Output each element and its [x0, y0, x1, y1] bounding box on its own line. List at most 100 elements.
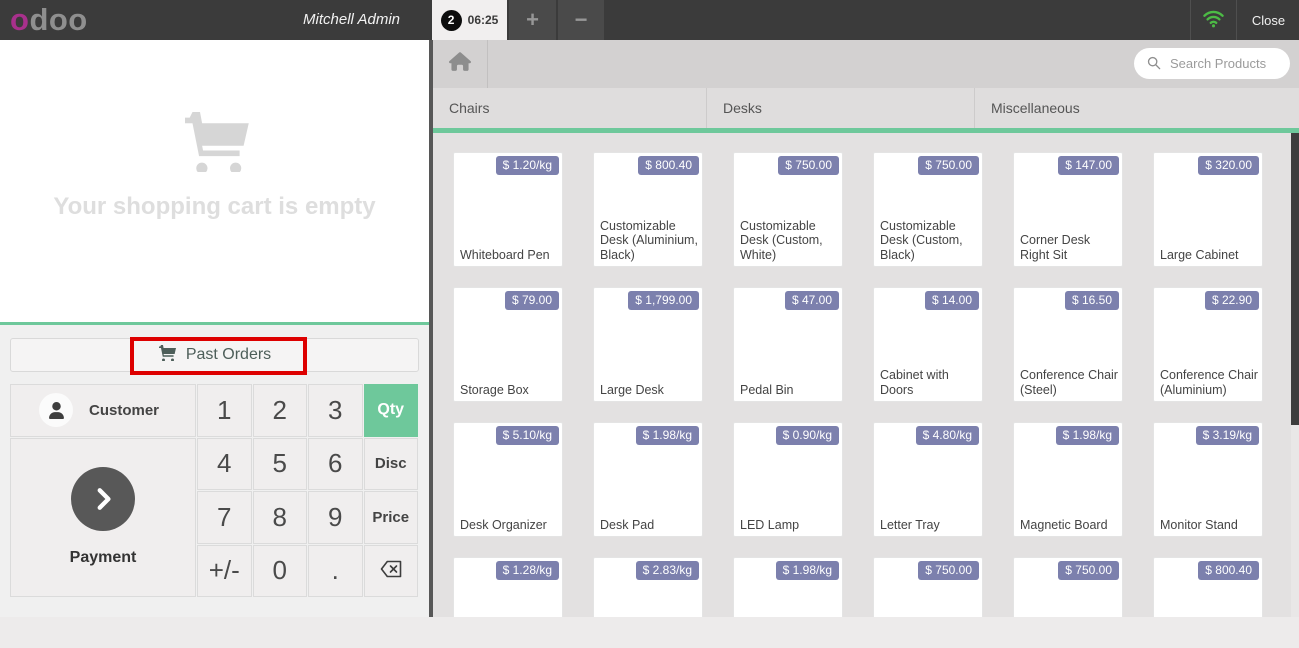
product-card[interactable]: $ 16.50 Conference Chair (Steel) [1013, 287, 1123, 402]
remove-order-button[interactable]: − [558, 0, 604, 40]
product-card[interactable]: $ 1.98/kg [733, 557, 843, 617]
product-name: Conference Chair (Steel) [1020, 368, 1119, 397]
numpad-key-7[interactable]: 7 [197, 491, 252, 544]
numpad-key-5[interactable]: 5 [253, 438, 308, 491]
product-card[interactable]: $ 750.00 Customizable Desk (Custom, White… [733, 152, 843, 267]
category-tabs: ChairsDesksMiscellaneous [433, 88, 1299, 128]
price-badge: $ 3.19/kg [1196, 426, 1259, 445]
price-badge: $ 1.20/kg [496, 156, 559, 175]
numpad-key-6[interactable]: 6 [308, 438, 363, 491]
product-name: Customizable Desk (Custom, Black) [880, 219, 979, 263]
product-name: Pedal Bin [740, 383, 839, 398]
numpad-key-backspace[interactable] [364, 545, 419, 598]
price-badge: $ 800.40 [1198, 561, 1259, 580]
numpad-key-3[interactable]: 3 [308, 384, 363, 437]
price-badge: $ 750.00 [918, 156, 979, 175]
numpad-key-0[interactable]: 0 [253, 545, 308, 598]
product-card[interactable]: $ 2.83/kg [593, 557, 703, 617]
bottom-strip [0, 617, 1299, 648]
product-card[interactable]: $ 22.90 Conference Chair (Aluminium) [1153, 287, 1263, 402]
numpad-mode-price[interactable]: Price [364, 491, 419, 544]
numpad-mode-qty[interactable]: Qty [364, 384, 419, 437]
price-badge: $ 1.98/kg [776, 561, 839, 580]
numpad-key-9[interactable]: 9 [308, 491, 363, 544]
price-badge: $ 750.00 [918, 561, 979, 580]
price-badge: $ 147.00 [1058, 156, 1119, 175]
category-tab-chairs[interactable]: Chairs [433, 88, 707, 128]
order-tab[interactable]: 2 06:25 [432, 0, 507, 40]
price-badge: $ 320.00 [1198, 156, 1259, 175]
price-badge: $ 800.40 [638, 156, 699, 175]
product-name: Customizable Desk (Custom, White) [740, 219, 839, 263]
product-card[interactable]: $ 1.28/kg [453, 557, 563, 617]
customer-label: Customer [89, 402, 159, 419]
customer-button[interactable]: Customer [10, 384, 196, 437]
price-badge: $ 1.98/kg [636, 426, 699, 445]
product-card[interactable]: $ 320.00 Large Cabinet [1153, 152, 1263, 267]
numpad-key-8[interactable]: 8 [253, 491, 308, 544]
product-name: Large Desk [600, 383, 699, 398]
product-card[interactable]: $ 14.00Cabinet with Doors [873, 287, 983, 402]
product-name: Monitor Stand [1160, 518, 1259, 533]
product-card[interactable]: $ 1,799.00Large Desk [593, 287, 703, 402]
price-badge: $ 14.00 [925, 291, 979, 310]
top-bar: odoo Mitchell Admin 2 06:25 + − Close [0, 0, 1299, 40]
product-scrollbar-thumb[interactable] [1291, 133, 1299, 425]
product-card[interactable]: $ 1.20/kg Whiteboard Pen [453, 152, 563, 267]
cart-icon [158, 345, 176, 366]
breadcrumb-bar [433, 40, 1299, 88]
product-card[interactable]: $ 147.00 Corner Desk Right Sit [1013, 152, 1123, 267]
new-order-button[interactable]: + [509, 0, 556, 40]
past-orders-label: Past Orders [186, 346, 271, 364]
category-tab-desks[interactable]: Desks [707, 88, 975, 128]
product-grid: $ 1.20/kg Whiteboard Pen $ 800.40 Customiza… [433, 133, 1291, 617]
numpad-mode-disc[interactable]: Disc [364, 438, 419, 491]
product-card[interactable]: $ 750.00 [1013, 557, 1123, 617]
numpad-key--[interactable]: +/- [197, 545, 252, 598]
product-scrollbar-track[interactable] [1291, 133, 1299, 617]
product-card[interactable]: $ 3.19/kg Monitor Stand [1153, 422, 1263, 537]
price-badge: $ 1.98/kg [1056, 426, 1119, 445]
product-card[interactable]: $ 0.90/kgLED Lamp [733, 422, 843, 537]
price-badge: $ 2.83/kg [636, 561, 699, 580]
order-summary-panel: Your shopping cart is empty [0, 40, 429, 322]
numpad-key--[interactable]: . [308, 545, 363, 598]
product-card[interactable]: $ 5.10/kgDesk Organizer [453, 422, 563, 537]
product-card[interactable]: $ 79.00Storage Box [453, 287, 563, 402]
product-card[interactable]: $ 1.98/kgMagnetic Board [1013, 422, 1123, 537]
numpad-key-1[interactable]: 1 [197, 384, 252, 437]
product-name: Large Cabinet [1160, 248, 1259, 263]
wifi-status-button[interactable] [1190, 0, 1237, 40]
product-name: Whiteboard Pen [460, 248, 559, 263]
product-card[interactable]: $ 750.00 [873, 557, 983, 617]
product-name: Desk Pad [600, 518, 699, 533]
user-name: Mitchell Admin [0, 0, 400, 40]
past-orders-button[interactable]: Past Orders [10, 338, 419, 372]
price-badge: $ 16.50 [1065, 291, 1119, 310]
price-badge: $ 1.28/kg [496, 561, 559, 580]
numpad-key-4[interactable]: 4 [197, 438, 252, 491]
wifi-icon [1202, 8, 1225, 33]
numpad-key-2[interactable]: 2 [253, 384, 308, 437]
product-card[interactable]: $ 750.00 Customizable Desk (Custom, Black… [873, 152, 983, 267]
panel-divider-vertical [429, 40, 433, 617]
price-badge: $ 750.00 [778, 156, 839, 175]
close-button[interactable]: Close [1238, 0, 1299, 40]
payment-button[interactable]: Payment [10, 438, 196, 598]
product-card[interactable]: $ 47.00 Pedal Bin [733, 287, 843, 402]
home-category-button[interactable] [433, 40, 488, 88]
product-name: Corner Desk Right Sit [1020, 233, 1119, 262]
product-name: Conference Chair (Aluminium) [1160, 368, 1259, 397]
category-tab-miscellaneous[interactable]: Miscellaneous [975, 88, 1299, 128]
price-badge: $ 0.90/kg [776, 426, 839, 445]
chevron-right-icon [71, 467, 135, 531]
product-name: Customizable Desk (Aluminium, Black) [600, 219, 699, 263]
product-name: Desk Organizer [460, 518, 559, 533]
price-badge: $ 47.00 [785, 291, 839, 310]
numpad-area: Customer Payment 123Qty 456Disc 789Price +/… [10, 384, 419, 597]
product-card[interactable]: $ 4.80/kgLetter Tray [873, 422, 983, 537]
product-card[interactable]: $ 800.40 [1153, 557, 1263, 617]
product-card[interactable]: $ 800.40 Customizable Desk (Aluminium, Bl… [593, 152, 703, 267]
product-card[interactable]: $ 1.98/kg Desk Pad [593, 422, 703, 537]
price-badge: $ 22.90 [1205, 291, 1259, 310]
